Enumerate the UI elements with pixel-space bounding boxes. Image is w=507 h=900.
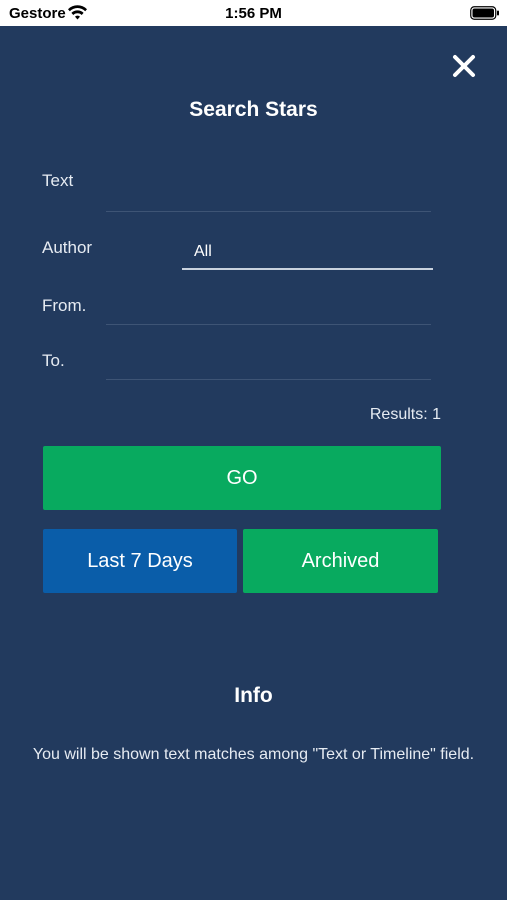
go-button[interactable]: GO (43, 446, 441, 510)
to-input-underline (106, 379, 431, 380)
results-count: Results: 1 (369, 406, 441, 423)
from-input-underline (106, 324, 431, 325)
text-input-underline (106, 211, 431, 212)
close-icon[interactable] (448, 50, 480, 82)
from-date-input[interactable] (106, 296, 431, 322)
status-time: 1:56 PM (225, 5, 282, 22)
author-input[interactable] (194, 241, 432, 263)
archived-button[interactable]: Archived (243, 529, 438, 593)
page-title: Search Stars (189, 98, 318, 121)
text-input[interactable] (106, 182, 431, 208)
last-7-days-button[interactable]: Last 7 Days (43, 529, 237, 593)
from-label: From. (42, 296, 87, 315)
author-label: Author (42, 238, 93, 257)
battery-full-icon (470, 6, 499, 20)
status-bar: Gestore 1:56 PM (0, 0, 507, 26)
to-label: To. (42, 351, 65, 370)
author-input-underline (182, 268, 433, 270)
to-date-input[interactable] (106, 351, 431, 377)
text-label: Text (42, 171, 74, 190)
info-title: Info (234, 684, 273, 707)
info-text: You will be shown text matches among "Te… (32, 746, 475, 763)
